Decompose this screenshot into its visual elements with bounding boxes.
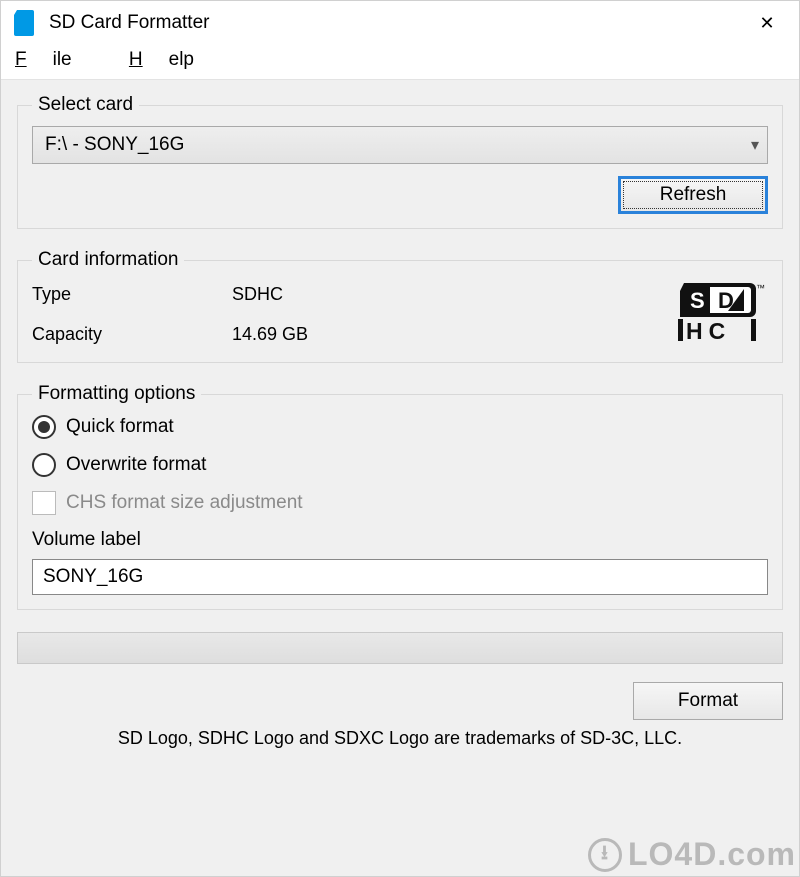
volume-label-input[interactable] [32, 559, 768, 595]
type-value: SDHC [232, 284, 658, 305]
card-info-legend: Card information [32, 249, 184, 271]
format-options-group: Formatting options Quick format Overwrit… [17, 383, 783, 610]
window-title: SD Card Formatter [49, 12, 739, 34]
capacity-value: 14.69 GB [232, 324, 658, 345]
overwrite-format-radio[interactable]: Overwrite format [32, 453, 768, 477]
progress-bar [17, 632, 783, 664]
capacity-label: Capacity [32, 324, 232, 345]
quick-format-radio[interactable]: Quick format [32, 415, 768, 439]
volume-label-caption: Volume label [32, 529, 768, 551]
card-info-group: Card information Type SDHC S D ™ [17, 249, 783, 363]
chs-format-checkbox[interactable]: CHS format size adjustment [32, 491, 768, 515]
svg-text:HC: HC [686, 318, 731, 343]
format-options-legend: Formatting options [32, 383, 201, 405]
checkbox-icon [32, 491, 56, 515]
close-icon: ✕ [759, 13, 774, 34]
svg-text:S: S [690, 288, 705, 313]
format-button[interactable]: Format [633, 682, 783, 720]
menu-file[interactable]: File [15, 49, 98, 70]
select-card-group: Select card F:\ - SONY_16G ▾ Refresh [17, 94, 783, 229]
card-drive-value: F:\ - SONY_16G [45, 134, 184, 156]
card-drive-select[interactable]: F:\ - SONY_16G ▾ [32, 126, 768, 164]
select-card-legend: Select card [32, 94, 139, 116]
app-window: SD Card Formatter ✕ File Help Select car… [0, 0, 800, 877]
sdhc-logo-icon: S D ™ HC [678, 281, 768, 348]
client-area: Select card F:\ - SONY_16G ▾ Refresh Car… [1, 79, 799, 876]
svg-text:D: D [718, 288, 734, 313]
sd-card-icon [13, 11, 37, 35]
svg-text:™: ™ [756, 283, 765, 293]
menu-help[interactable]: Help [129, 49, 220, 70]
trademark-text: SD Logo, SDHC Logo and SDXC Logo are tra… [17, 728, 783, 755]
refresh-button[interactable]: Refresh [618, 176, 768, 214]
chevron-down-icon: ▾ [751, 135, 759, 155]
titlebar: SD Card Formatter ✕ [1, 1, 799, 45]
menubar: File Help [1, 45, 799, 79]
type-label: Type [32, 284, 232, 305]
radio-icon [32, 415, 56, 439]
close-button[interactable]: ✕ [739, 1, 795, 45]
radio-icon [32, 453, 56, 477]
